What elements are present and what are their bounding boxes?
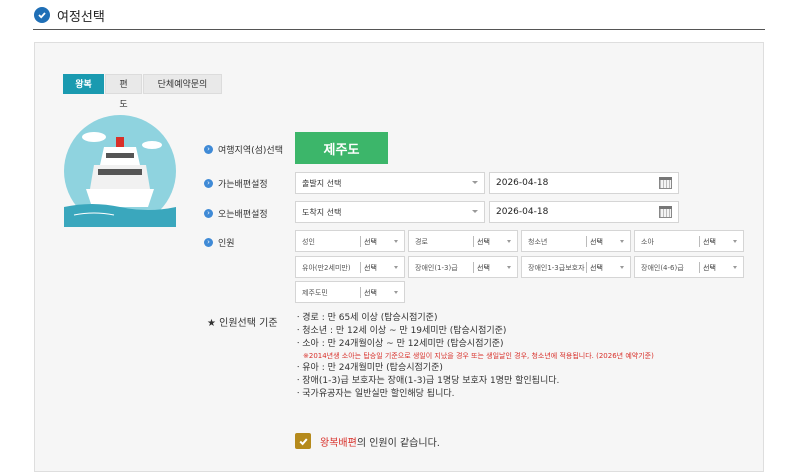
chevron-down-icon <box>472 210 478 213</box>
departure-port-select[interactable]: 출발지 선택 <box>295 172 485 194</box>
region-button[interactable]: 제주도 <box>295 132 388 164</box>
calendar-icon[interactable] <box>659 206 672 218</box>
arrow-right-icon: › <box>204 238 213 247</box>
return-label: › 오는배편설정 <box>204 207 268 220</box>
check-icon <box>298 437 308 445</box>
chevron-down-icon <box>507 266 511 269</box>
passenger-select-youth[interactable]: 청소년 선택 <box>521 230 631 252</box>
criteria-note: ※2014년생 소아는 탑승일 기준으로 생일이 지났을 경우 또는 생일날인 … <box>303 352 654 360</box>
criteria-item: ㆍ유아 : 만 24개월미만 (탑승시점기준) <box>294 363 443 373</box>
same-passengers-checkbox[interactable] <box>295 433 311 449</box>
chevron-down-icon <box>507 240 511 243</box>
chevron-down-icon <box>620 240 624 243</box>
criteria-list: ㆍ경로 : 만 65세 이상 (탑승시점기준) ㆍ청소년 : 만 12세 이상 … <box>294 312 654 401</box>
tab-round-trip[interactable]: 왕복 <box>63 74 104 94</box>
chevron-down-icon <box>620 266 624 269</box>
passenger-select-adult[interactable]: 성인 선택 <box>295 230 405 252</box>
page-title: 여정선택 <box>57 10 105 25</box>
ship-illustration <box>64 115 176 227</box>
return-date-field[interactable]: 2026-04-18 <box>489 201 679 223</box>
criteria-item: ㆍ국가유공자는 일반실만 할인해당 됩니다. <box>294 389 455 399</box>
passenger-label: › 인원 <box>204 236 235 249</box>
agreement-text: 의 인원이 같습니다. <box>356 438 440 449</box>
passenger-select-disabled-4-6[interactable]: 장애인(4-6)급 선택 <box>634 256 744 278</box>
departure-date-field[interactable]: 2026-04-18 <box>489 172 679 194</box>
header-divider <box>33 29 765 30</box>
chevron-down-icon <box>394 291 398 294</box>
arrow-right-icon: › <box>204 179 213 188</box>
passenger-select-disabled-guardian[interactable]: 장애인1-3급보호자 선택 <box>521 256 631 278</box>
arrow-right-icon: › <box>204 209 213 218</box>
criteria-item: ㆍ청소년 : 만 12세 이상 ~ 만 19세미만 (탑승시점기준) <box>294 326 507 336</box>
criteria-item: ㆍ장애(1-3)급 보호자는 장애(1-3)급 1명당 보호자 1명만 할인됩니… <box>294 376 560 386</box>
tab-group-inquiry[interactable]: 단체예약문의 <box>143 74 222 94</box>
region-label: › 여행지역(섬)선택 <box>204 143 283 156</box>
chevron-down-icon <box>394 266 398 269</box>
criteria-item: ㆍ경로 : 만 65세 이상 (탑승시점기준) <box>294 313 438 323</box>
round-trip-highlight: 왕복배편 <box>320 438 357 449</box>
tab-one-way[interactable]: 편도 <box>105 74 142 110</box>
chevron-down-icon <box>394 240 398 243</box>
trip-type-tabs: 왕복 편도 단체예약문의 <box>63 74 223 110</box>
arrival-port-select[interactable]: 도착지 선택 <box>295 201 485 223</box>
same-passengers-label: 왕복배편의 인원이 같습니다. <box>320 434 440 449</box>
departure-label: › 가는배편설정 <box>204 177 268 190</box>
criteria-title: ★ 인원선택 기준 <box>207 318 278 329</box>
passenger-select-child[interactable]: 소아 선택 <box>634 230 744 252</box>
calendar-icon[interactable] <box>659 177 672 189</box>
passenger-select-infant[interactable]: 유아(만2세미만) 선택 <box>295 256 405 278</box>
passenger-select-senior[interactable]: 경로 선택 <box>408 230 518 252</box>
chevron-down-icon <box>472 181 478 184</box>
chevron-down-icon <box>733 240 737 243</box>
passenger-select-jeju-resident[interactable]: 제주도민 선택 <box>295 281 405 303</box>
passenger-select-disabled-1-3[interactable]: 장애인(1-3)급 선택 <box>408 256 518 278</box>
criteria-item: ㆍ소아 : 만 24개월이상 ~ 만 12세미만 (탑승시점기준) <box>294 339 504 349</box>
chevron-down-icon <box>733 266 737 269</box>
arrow-right-icon: › <box>204 145 213 154</box>
check-circle-icon <box>34 7 50 23</box>
